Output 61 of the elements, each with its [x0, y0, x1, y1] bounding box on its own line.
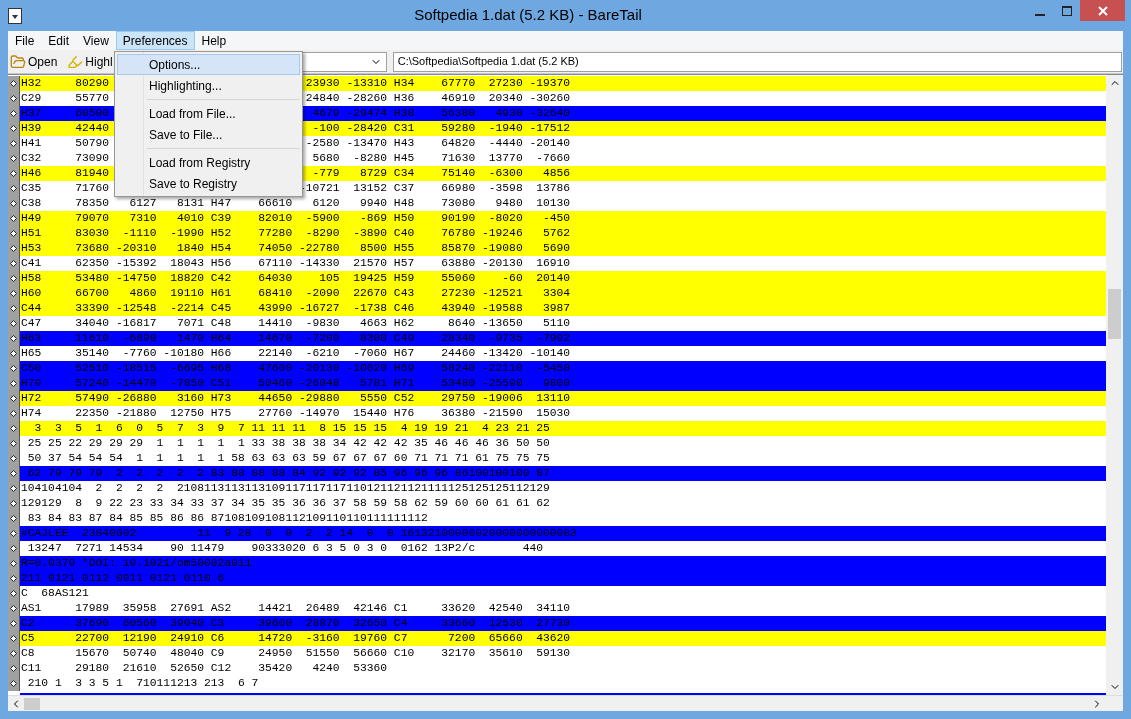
- line-marker-icon[interactable]: [10, 140, 17, 147]
- line-marker-icon[interactable]: [10, 365, 17, 372]
- menu-option[interactable]: Options...: [117, 54, 300, 75]
- line-marker-icon[interactable]: [10, 380, 17, 387]
- line-marker-icon[interactable]: [10, 470, 17, 477]
- line-marker-icon[interactable]: [10, 320, 17, 327]
- line-marker-icon[interactable]: [10, 440, 17, 447]
- menu-item[interactable]: Preferences: [115, 31, 195, 50]
- line-marker-icon[interactable]: [10, 275, 17, 282]
- line-marker-icon[interactable]: [10, 290, 17, 297]
- line-marker-icon[interactable]: [10, 680, 17, 687]
- menu-item[interactable]: Help: [194, 31, 234, 50]
- line-marker-icon[interactable]: [10, 410, 17, 417]
- menu-item[interactable]: View: [76, 31, 116, 50]
- line-marker-icon[interactable]: [10, 650, 17, 657]
- maximize-icon: [1061, 5, 1072, 16]
- line-marker-icon[interactable]: [10, 500, 17, 507]
- line-marker-icon[interactable]: [10, 485, 17, 492]
- line-marker-icon[interactable]: [10, 155, 17, 162]
- close-icon: [1097, 5, 1108, 16]
- folder-icon: [10, 53, 26, 70]
- path-field[interactable]: C:\Softpedia\Softpedia 1.dat (5.2 KB): [392, 51, 1122, 72]
- line-marker-icon[interactable]: [10, 335, 17, 342]
- toolbar-button[interactable]: Highl: [65, 51, 115, 72]
- line-marker-icon[interactable]: [10, 575, 17, 582]
- line-marker-icon[interactable]: [10, 560, 17, 567]
- close-button[interactable]: [1080, 0, 1125, 21]
- line-marker-icon[interactable]: [10, 620, 17, 627]
- line-marker-icon[interactable]: [10, 635, 17, 642]
- line-marker-icon[interactable]: [10, 95, 17, 102]
- line-marker-icon[interactable]: [10, 590, 17, 597]
- line-marker-icon[interactable]: [10, 350, 17, 357]
- line-marker-icon[interactable]: [10, 515, 17, 522]
- toolbar-button[interactable]: Open: [8, 51, 60, 72]
- line-marker-icon[interactable]: [10, 125, 17, 132]
- menu-item[interactable]: File: [8, 31, 42, 50]
- line-marker-icon[interactable]: [10, 245, 17, 252]
- line-marker-icon[interactable]: [10, 305, 17, 312]
- line-marker-icon[interactable]: [10, 80, 17, 87]
- line-marker-icon[interactable]: [10, 215, 17, 222]
- window-title: Softpedia 1.dat (5.2 KB) - BareTail: [414, 5, 642, 26]
- line-marker-icon[interactable]: [10, 605, 17, 612]
- scrollbar-thumb[interactable]: [1108, 289, 1121, 339]
- minimize-icon: [1034, 13, 1045, 16]
- line-marker-icon[interactable]: [10, 260, 17, 267]
- line-marker-icon[interactable]: [10, 425, 17, 432]
- line-marker-icon[interactable]: [10, 110, 17, 117]
- menu-option[interactable]: Load from File...: [117, 103, 300, 124]
- line-marker-icon[interactable]: [10, 170, 17, 177]
- line-marker-icon[interactable]: [10, 665, 17, 672]
- app-icon: [8, 7, 22, 24]
- line-marker-icon[interactable]: [10, 200, 17, 207]
- line-marker-icon[interactable]: [10, 530, 17, 537]
- line-marker-icon[interactable]: [10, 185, 17, 192]
- highlighter-icon: [67, 53, 84, 70]
- scrollbar-thumb[interactable]: [24, 697, 40, 710]
- line-marker-icon[interactable]: [10, 455, 17, 462]
- line-marker-icon[interactable]: [10, 395, 17, 402]
- line-marker-icon[interactable]: [10, 230, 17, 237]
- line-marker-icon[interactable]: [10, 545, 17, 552]
- menu-item[interactable]: Edit: [41, 31, 77, 50]
